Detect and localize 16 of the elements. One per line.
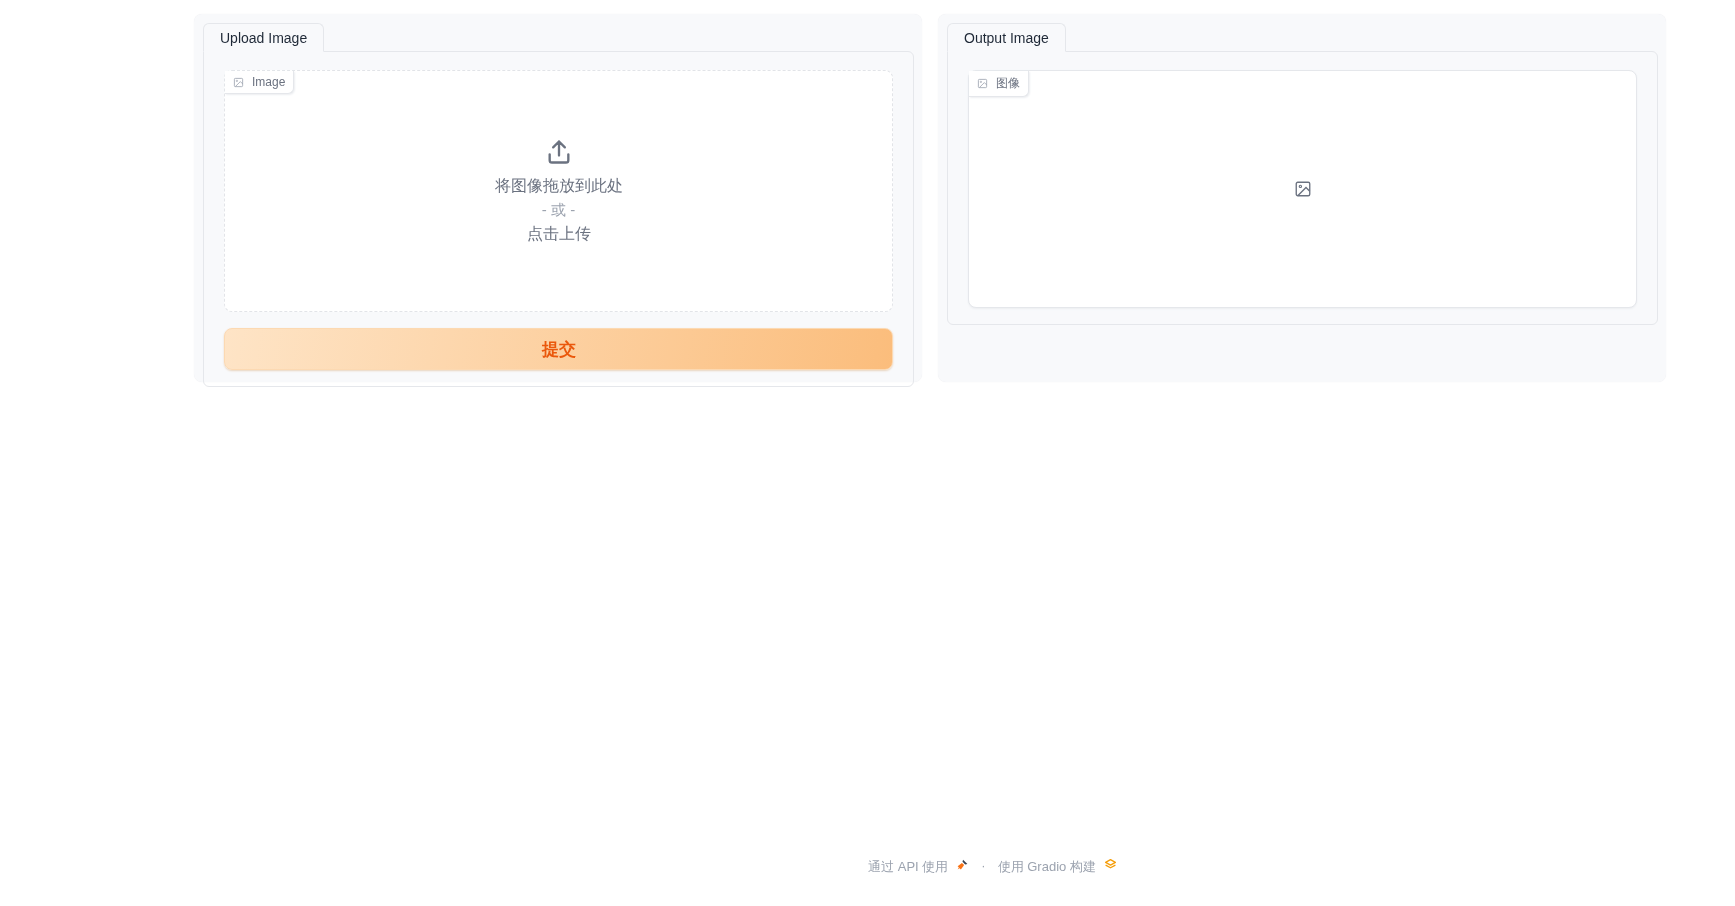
image-icon: [977, 78, 988, 89]
gradio-link[interactable]: 使用 Gradio 构建: [997, 858, 1096, 876]
rocket-icon: [956, 858, 970, 871]
api-link[interactable]: 通过 API 使用: [868, 858, 949, 876]
drop-text: 将图像拖放到此处: [494, 175, 623, 196]
or-text: - 或 -: [541, 200, 576, 220]
image-icon: [1293, 180, 1312, 198]
separator: ·: [981, 858, 986, 873]
label-text: Image: [252, 75, 286, 89]
click-text: 点击上传: [526, 223, 591, 244]
upload-dropzone[interactable]: Image 将图像拖放到此处 - 或 - 点击上传: [224, 70, 893, 312]
image-icon: [233, 76, 244, 88]
tab[interactable]: Upload Image: [203, 23, 325, 52]
label-text: 图像: [996, 75, 1020, 92]
tab[interactable]: Output Image: [947, 23, 1066, 52]
logo-icon: [1103, 858, 1117, 871]
